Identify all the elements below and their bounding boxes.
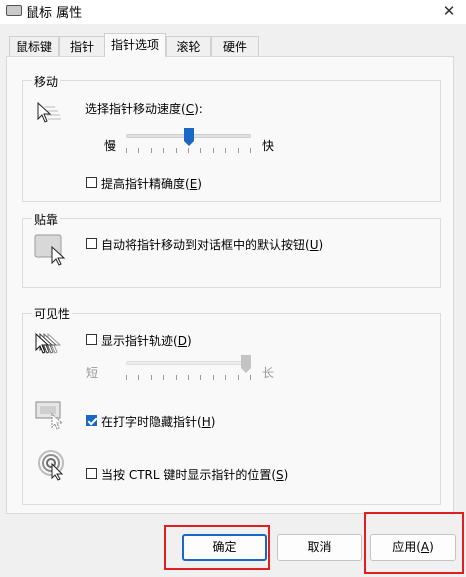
window-title: 鼠标 属性 [26,6,83,21]
show-location-label: 当按 CTRL 键时显示指针的位置(S) [101,468,289,482]
trails-slider[interactable] [126,355,251,381]
slider-tick [225,375,226,380]
slider-tick [163,375,164,380]
trails-long-label: 长 [262,366,275,380]
trails-slider-thumb[interactable] [241,355,251,373]
slider-tick [126,148,127,153]
trails-slider-track [126,361,251,365]
slider-tick [213,148,214,153]
pointer-trails-icon [34,331,70,357]
slider-tick [238,148,239,153]
precision-label: 提高指针精确度(E) [101,177,202,191]
slider-tick [126,375,127,380]
close-button[interactable]: ✕ [432,0,466,24]
tab-pointers[interactable]: 指针 [59,36,105,56]
apply-button-highlight [364,512,464,574]
slider-tick [176,375,177,380]
speed-fast-label: 快 [262,139,275,153]
motion-group-title: 移动 [32,73,61,90]
show-location-icon [36,448,70,482]
hide-while-typing-label: 在打字时隐藏指针(H) [101,415,216,429]
slider-tick [151,375,152,380]
speed-slider[interactable] [126,128,251,154]
slider-tick [151,148,152,153]
slider-tick [238,375,239,380]
snap-label: 自动将指针移动到对话框中的默认按钮(U) [101,238,324,252]
slider-tick [250,375,251,380]
slider-tick [163,148,164,153]
trails-checkbox[interactable] [86,334,97,345]
tab-buttons[interactable]: 鼠标键 [9,36,59,56]
snap-group-title: 贴靠 [32,211,61,228]
speed-label: 选择指针移动速度(C): [85,102,203,116]
slider-tick [176,148,177,153]
show-location-checkbox[interactable] [86,468,97,479]
hide-while-typing-checkbox[interactable] [86,415,97,426]
ok-button-highlight [164,525,270,570]
tab-pointer-options[interactable]: 指针选项 [104,33,166,57]
visibility-group-title: 可见性 [32,305,73,322]
precision-checkbox[interactable] [86,177,97,188]
slider-tick [138,375,139,380]
slider-tick [200,375,201,380]
snap-to-icon [34,234,68,266]
trails-short-label: 短 [86,366,99,380]
trails-label: 显示指针轨迹(D) [101,334,192,348]
speed-slow-label: 慢 [104,139,117,153]
hide-pointer-icon [34,400,66,430]
slider-tick [213,375,214,380]
slider-tick [138,148,139,153]
slider-tick [188,375,189,380]
slider-tick [250,148,251,153]
tab-hardware[interactable]: 硬件 [211,36,259,56]
tab-wheel[interactable]: 滚轮 [166,36,211,56]
snap-checkbox[interactable] [86,238,97,249]
snap-group [22,218,441,288]
pointer-speed-icon [36,101,66,127]
slider-tick [188,148,189,153]
speed-slider-thumb[interactable] [184,128,194,146]
slider-tick [225,148,226,153]
slider-tick [200,148,201,153]
cancel-button[interactable]: 取消 [277,534,362,561]
mouse-properties-icon [6,5,22,16]
